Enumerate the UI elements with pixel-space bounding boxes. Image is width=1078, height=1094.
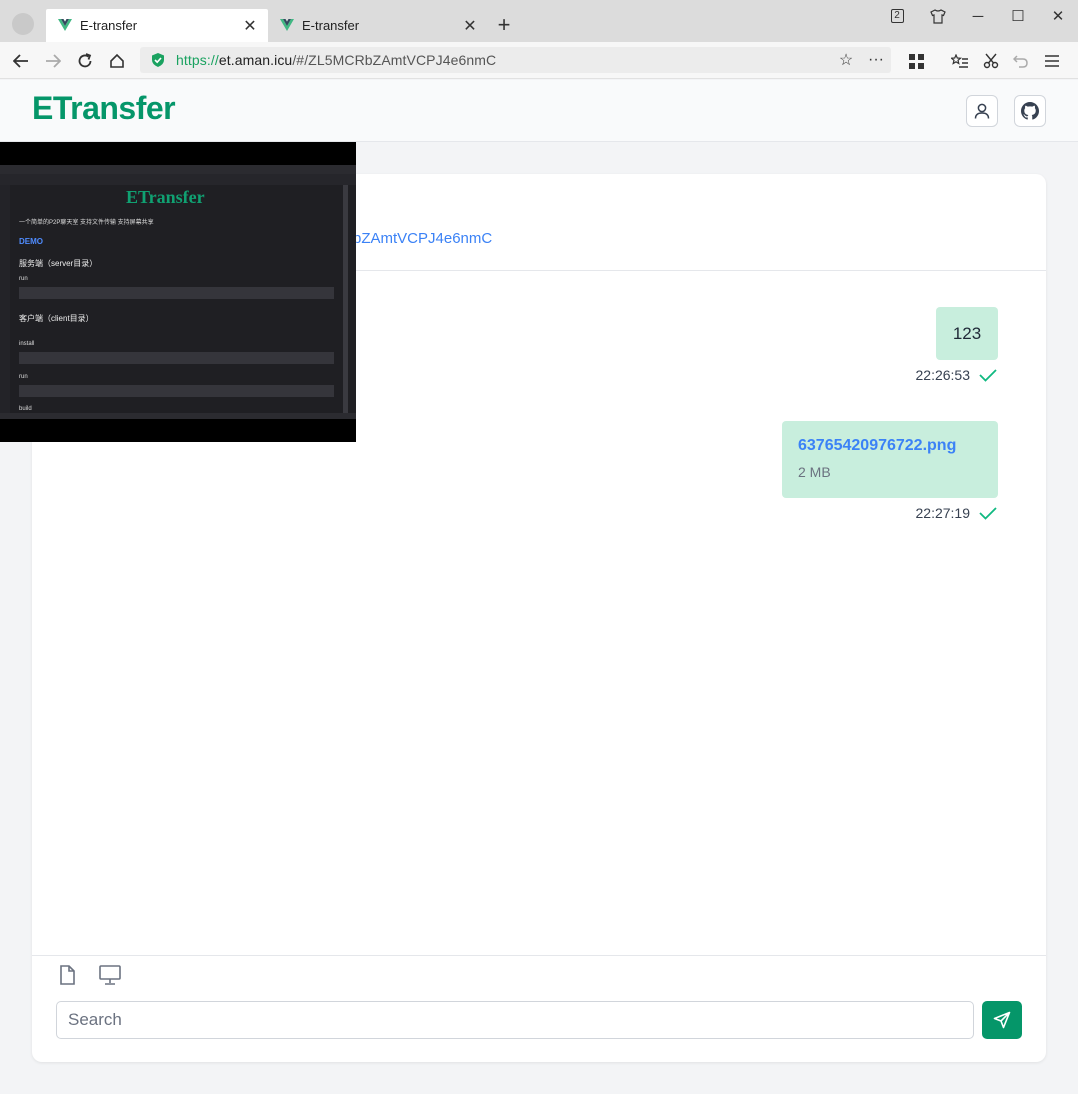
apps-grid-icon[interactable]	[905, 50, 927, 72]
shared-subtitle: 一个简单的P2P聊天室 支持文件传输 支持屏幕共享	[19, 220, 154, 226]
shared-client-build: build	[19, 406, 32, 412]
back-button[interactable]	[10, 50, 32, 72]
vue-logo-icon	[280, 19, 294, 31]
shared-statusbar	[0, 413, 356, 419]
arrow-right-icon	[46, 54, 61, 68]
vue-logo-icon	[58, 19, 72, 31]
browser-tab-bar: E-transfer ✕ E-transfer ✕ + 2 ─ ☐ ✕	[0, 0, 1078, 42]
shared-server-run: run	[19, 276, 28, 282]
message-meta: 22:26:53	[916, 367, 999, 383]
menu-icon[interactable]	[1041, 50, 1063, 72]
shared-code-block	[19, 287, 334, 299]
file-icon[interactable]	[56, 964, 78, 986]
screen-share-video[interactable]: ETransfer 一个简单的P2P聊天室 支持文件传输 支持屏幕共享 DEMO…	[0, 142, 356, 442]
checkmark-icon	[979, 369, 997, 382]
github-icon	[1021, 102, 1039, 120]
tab-etransfer-active[interactable]: E-transfer ✕	[46, 9, 268, 42]
send-icon	[993, 1011, 1011, 1029]
star-icon[interactable]: ☆	[831, 50, 861, 70]
home-icon	[110, 53, 124, 68]
message-bubble-file: 63765420976722.png 2 MB	[782, 421, 998, 498]
shirt-icon[interactable]	[926, 6, 950, 26]
app-header: ETransfer	[0, 80, 1078, 142]
shared-logo: ETransfer	[126, 187, 205, 207]
shared-code-block	[19, 385, 334, 397]
browser-app-icon[interactable]	[12, 13, 34, 35]
maximize-button[interactable]: ☐	[1006, 6, 1030, 26]
shared-client-install: install	[19, 341, 35, 347]
undo-icon[interactable]	[1010, 50, 1032, 72]
message-meta: 22:27:19	[916, 505, 999, 521]
message-text: 123	[952, 323, 982, 343]
home-button[interactable]	[106, 50, 128, 72]
message-time: 22:26:53	[915, 367, 971, 383]
shared-scrollbar	[343, 185, 348, 413]
file-link[interactable]: 63765420976722.png	[798, 437, 982, 455]
scissors-icon[interactable]	[980, 50, 1002, 72]
github-button[interactable]	[1014, 95, 1046, 127]
new-tab-button[interactable]: +	[494, 13, 514, 37]
checkmark-icon	[979, 507, 997, 520]
tab-title: E-transfer	[302, 18, 360, 33]
address-bar[interactable]: https://et.aman.icu/#/ZL5MCRbZAmtVCPJ4e6…	[140, 47, 891, 73]
close-tab-icon[interactable]: ✕	[242, 16, 258, 36]
send-button[interactable]	[982, 1001, 1022, 1039]
shared-screen: ETransfer 一个简单的P2P聊天室 支持文件传输 支持屏幕共享 DEMO…	[0, 165, 356, 419]
room-link[interactable]: bZAmtVCPJ4e6nmC	[353, 230, 492, 247]
browser-nav-bar: https://et.aman.icu/#/ZL5MCRbZAmtVCPJ4e6…	[0, 42, 1078, 79]
user-icon	[974, 103, 990, 119]
shared-server-heading: 服务端（server目录）	[19, 259, 98, 268]
close-tab-icon[interactable]: ✕	[462, 16, 478, 36]
shared-sidebar	[0, 185, 10, 413]
monitor-icon[interactable]	[98, 964, 121, 986]
forward-button[interactable]	[42, 50, 64, 72]
shared-code-block	[19, 352, 334, 364]
arrow-left-icon	[13, 54, 28, 68]
tab-count-button[interactable]: 2	[885, 6, 909, 26]
tab-etransfer[interactable]: E-transfer ✕	[268, 9, 488, 42]
shared-client-run: run	[19, 374, 28, 380]
shared-client-heading: 客户端（client目录）	[19, 314, 94, 323]
composer	[32, 955, 1046, 1062]
message-bubble-text: 123	[936, 307, 998, 360]
shared-tabbar	[0, 174, 356, 185]
more-icon[interactable]: ···	[861, 51, 891, 69]
message-time: 22:27:19	[915, 505, 971, 521]
shared-topbar	[0, 165, 356, 174]
user-button[interactable]	[966, 95, 998, 127]
tab-title: E-transfer	[80, 18, 138, 33]
app-logo[interactable]: ETransfer	[32, 90, 176, 127]
tab-count: 2	[890, 9, 904, 23]
close-window-button[interactable]: ✕	[1046, 6, 1070, 26]
reload-button[interactable]	[74, 50, 96, 72]
minimize-button[interactable]: ─	[966, 6, 990, 26]
shield-icon	[152, 53, 164, 67]
url-text: https://et.aman.icu/#/ZL5MCRbZAmtVCPJ4e6…	[176, 52, 497, 68]
file-size: 2 MB	[798, 464, 831, 480]
reload-icon	[78, 53, 92, 68]
shared-demo-link: DEMO	[19, 237, 43, 246]
message-input[interactable]	[56, 1001, 974, 1039]
favorites-list-icon[interactable]	[949, 50, 971, 72]
